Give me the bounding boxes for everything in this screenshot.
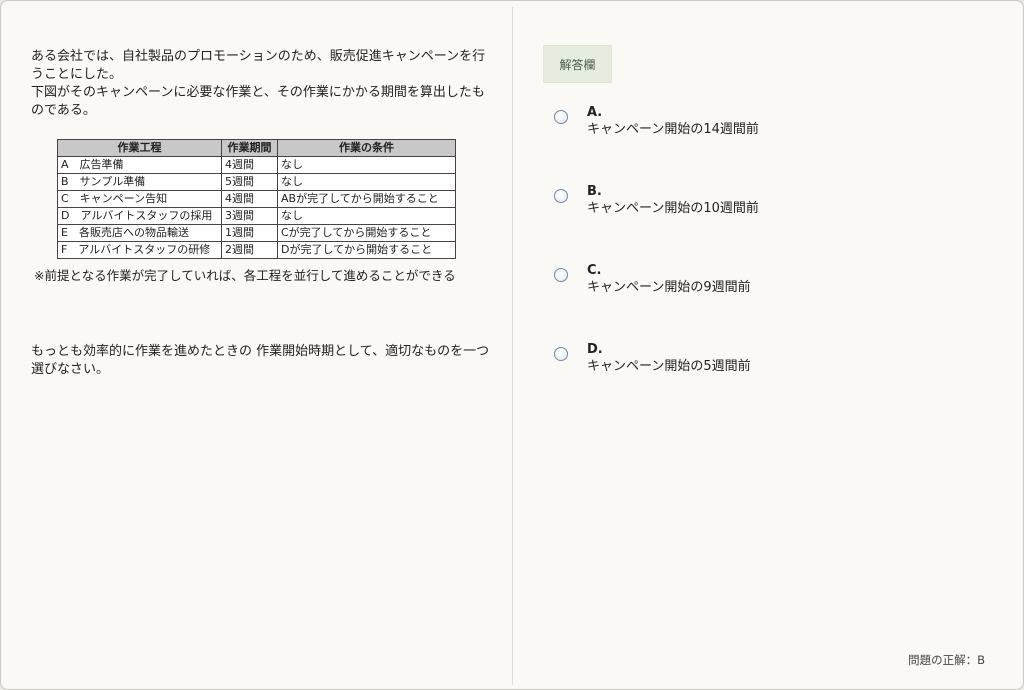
radio-button[interactable]	[554, 268, 568, 282]
cell-duration: 3週間	[221, 207, 278, 225]
cell-duration: 4週間	[221, 156, 278, 174]
header-duration: 作業期間	[221, 139, 278, 157]
cell-step: A 広告準備	[57, 156, 222, 174]
cell-condition: Dが完了してから開始すること	[277, 241, 456, 259]
cell-duration: 4週間	[221, 190, 278, 208]
option-text: キャンペーン開始の14週間前	[587, 122, 759, 137]
option-letter: C.	[587, 263, 602, 278]
table-row: A 広告準備 4週間 なし	[57, 156, 456, 174]
header-condition: 作業の条件	[277, 139, 456, 157]
radio-button[interactable]	[554, 347, 568, 361]
cell-condition: ABが完了してから開始すること	[277, 190, 456, 208]
option-text: キャンペーン開始の10週間前	[587, 201, 759, 216]
quiz-panel: ある会社では、自社製品のプロモーションのため、販売促進キャンペーンを行うことにし…	[0, 0, 1024, 690]
table-note: ※前提となる作業が完了していれば、各工程を並行して進めることができる	[34, 268, 456, 283]
radio-button[interactable]	[554, 110, 568, 124]
question-intro: ある会社では、自社製品のプロモーションのため、販売促進キャンペーンを行うことにし…	[31, 49, 486, 82]
cell-condition: なし	[277, 173, 456, 191]
cell-condition: Cが完了してから開始すること	[277, 224, 456, 242]
option-letter: D.	[587, 342, 603, 357]
table-row: D アルバイトスタッフの採用 3週間 なし	[57, 207, 456, 225]
table-row: F アルバイトスタッフの研修 2週間 Dが完了してから開始すること	[57, 241, 456, 259]
table-row: E 各販売店への物品輸送 1週間 Cが完了してから開始すること	[57, 224, 456, 242]
cell-step: D アルバイトスタッフの採用	[57, 207, 222, 225]
option-text: キャンペーン開始の5週間前	[587, 359, 751, 374]
correct-answer-label: 問題の正解：B	[908, 653, 985, 667]
column-divider	[512, 7, 513, 685]
cell-duration: 1週間	[221, 224, 278, 242]
cell-duration: 2週間	[221, 241, 278, 259]
table-header-row: 作業工程 作業期間 作業の条件	[57, 139, 456, 157]
option-letter: A.	[587, 105, 603, 120]
answer-tab[interactable]: 解答欄	[543, 45, 612, 83]
cell-step: E 各販売店への物品輸送	[57, 224, 222, 242]
question-prompt: もっとも効率的に作業を進めたときの 作業開始時期として、適切なものを一つ選びなさ…	[31, 344, 490, 377]
option-letter: B.	[587, 184, 602, 199]
cell-condition: なし	[277, 156, 456, 174]
cell-step: C キャンペーン告知	[57, 190, 222, 208]
table-row: B サンプル準備 5週間 なし	[57, 173, 456, 191]
cell-condition: なし	[277, 207, 456, 225]
option-text: キャンペーン開始の9週間前	[587, 280, 751, 295]
header-step: 作業工程	[57, 139, 222, 157]
question-column: ある会社では、自社製品のプロモーションのため、販売促進キャンペーンを行うことにし…	[31, 48, 491, 379]
cell-step: F アルバイトスタッフの研修	[57, 241, 222, 259]
task-table: 作業工程 作業期間 作業の条件 A 広告準備 4週間 なし B サンプル準備 5…	[57, 139, 456, 259]
cell-duration: 5週間	[221, 173, 278, 191]
radio-button[interactable]	[554, 189, 568, 203]
question-intro-2: 下図がそのキャンペーンに必要な作業と、その作業にかかる期間を算出したものである。	[31, 85, 485, 118]
cell-step: B サンプル準備	[57, 173, 222, 191]
table-row: C キャンペーン告知 4週間 ABが完了してから開始すること	[57, 190, 456, 208]
